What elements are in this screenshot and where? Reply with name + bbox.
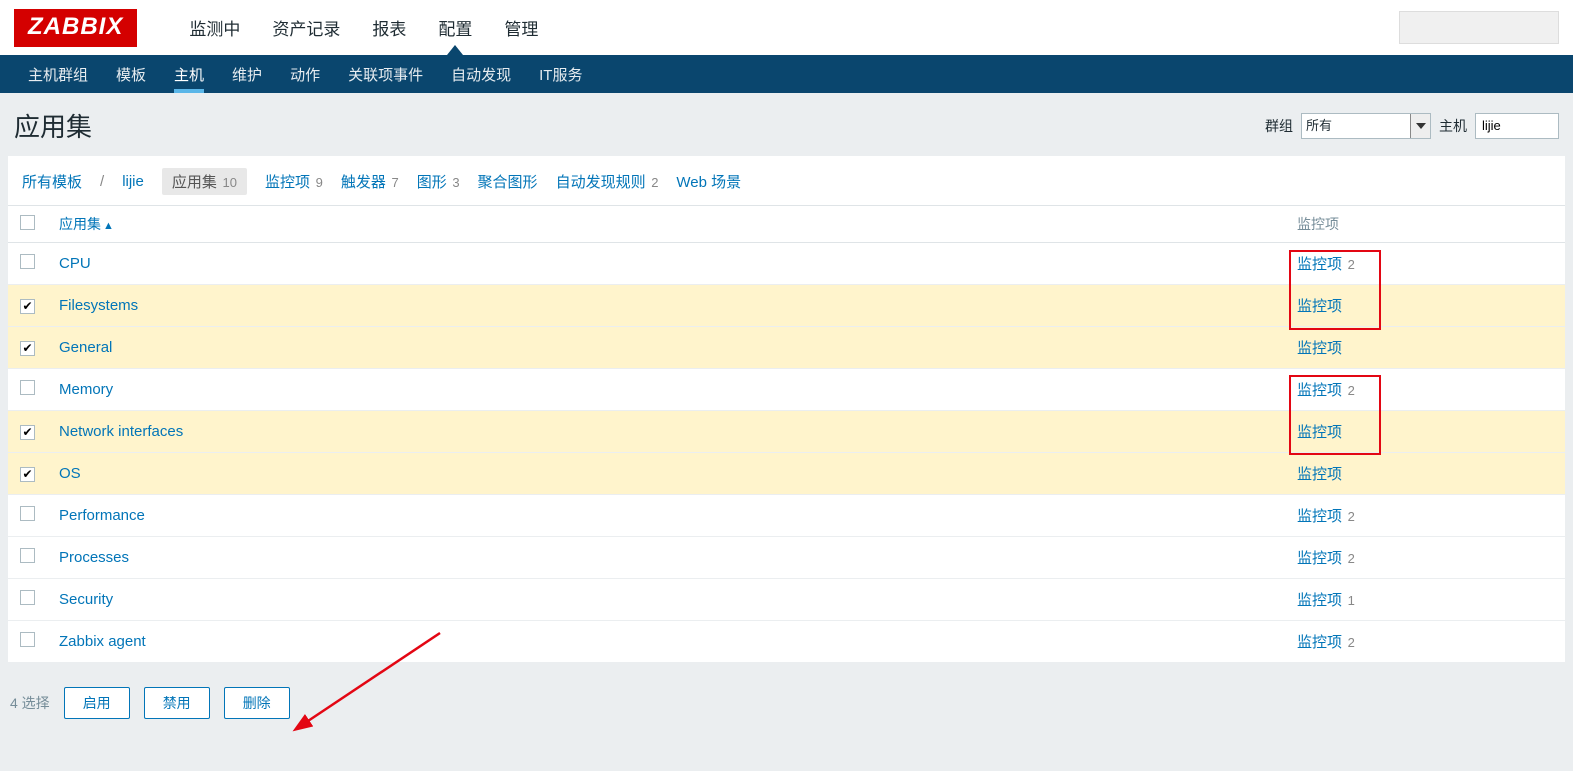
items-link[interactable]: 监控项 [1297,382,1342,399]
group-label: 群组 [1265,116,1293,136]
tab-count: 10 [219,175,237,190]
topnav-item-1[interactable]: 资产记录 [256,0,356,55]
delete-button[interactable]: 删除 [224,687,290,719]
subnav-item-6[interactable]: 自动发现 [437,55,525,93]
subnav-item-4[interactable]: 动作 [276,55,334,93]
search-input[interactable] [1399,11,1559,44]
sort-asc-icon: ▲ [103,220,114,232]
content-panel: 所有模板 / lijie 应用集 10 监控项 9 触发器 7 图形 3 聚合图形自动发现规则… [8,156,1565,663]
topnav-item-0[interactable]: 监测中 [173,0,256,55]
subnav-item-1[interactable]: 模板 [102,55,160,93]
items-link[interactable]: 监控项 [1297,466,1342,483]
tab-row: 所有模板 / lijie 应用集 10 监控项 9 触发器 7 图形 3 聚合图形自动发现规则… [8,156,1565,205]
application-name-link[interactable]: General [59,339,112,356]
page-title: 应用集 [14,107,92,144]
items-link[interactable]: 监控项 [1297,634,1342,651]
tab-count: 9 [312,175,323,190]
table-row: Security 监控项 1 [8,579,1565,621]
table-row: Filesystems 监控项 [8,285,1565,327]
host-input[interactable] [1475,113,1559,139]
table-footer: 4 选择 启用 禁用 删除 [0,669,1573,733]
table-row: Network interfaces 监控项 [8,411,1565,453]
topnav-item-4[interactable]: 管理 [488,0,554,55]
row-checkbox[interactable] [20,467,35,482]
application-name-link[interactable]: Performance [59,507,145,524]
row-checkbox[interactable] [20,632,35,647]
application-name-link[interactable]: Processes [59,549,129,566]
application-name-link[interactable]: CPU [59,255,91,272]
tab-0[interactable]: 应用集 10 [162,168,247,195]
row-checkbox[interactable] [20,299,35,314]
logo: ZABBIX [14,9,137,47]
items-count: 2 [1344,551,1355,566]
tab-count: 3 [449,175,460,190]
row-checkbox[interactable] [20,506,35,521]
items-link[interactable]: 监控项 [1297,508,1342,525]
application-name-link[interactable]: Memory [59,381,113,398]
group-select[interactable]: 所有 [1301,113,1431,139]
chevron-down-icon [1410,114,1430,138]
items-count: 2 [1344,509,1355,524]
subnav-item-5[interactable]: 关联项事件 [334,55,437,93]
items-count: 1 [1344,593,1355,608]
disable-button[interactable]: 禁用 [144,687,210,719]
tab-1[interactable]: 监控项 9 [265,171,323,192]
table-row: Processes 监控项 2 [8,537,1565,579]
subnav-item-2[interactable]: 主机 [160,55,218,93]
items-count: 2 [1344,383,1355,398]
subnav-item-0[interactable]: 主机群组 [14,55,102,93]
items-count: 2 [1344,257,1355,272]
table-row: General 监控项 [8,327,1565,369]
select-all-checkbox[interactable] [20,215,35,230]
row-checkbox[interactable] [20,341,35,356]
application-name-link[interactable]: Security [59,591,113,608]
items-link[interactable]: 监控项 [1297,592,1342,609]
applications-table: 应用集▲ 监控项 CPU 监控项 2 Filesystems 监控项 General 监控… [8,205,1565,663]
tab-count: 7 [388,175,399,190]
application-name-link[interactable]: Network interfaces [59,423,183,440]
application-name-link[interactable]: Zabbix agent [59,633,146,650]
application-name-link[interactable]: Filesystems [59,297,138,314]
group-select-value: 所有 [1306,118,1332,133]
table-row: OS 监控项 [8,453,1565,495]
row-checkbox[interactable] [20,254,35,269]
tab-5[interactable]: 自动发现规则 2 [556,171,659,192]
topnav-item-3[interactable]: 配置 [422,0,488,55]
items-count: 2 [1344,635,1355,650]
subnav-item-3[interactable]: 维护 [218,55,276,93]
items-link[interactable]: 监控项 [1297,298,1342,315]
column-header-items: 监控项 [1285,206,1565,243]
subnav-item-7[interactable]: IT服务 [525,55,596,93]
row-checkbox[interactable] [20,590,35,605]
column-header-name[interactable]: 应用集▲ [47,206,1285,243]
table-row: Memory 监控项 2 [8,369,1565,411]
application-name-link[interactable]: OS [59,465,81,482]
row-checkbox[interactable] [20,380,35,395]
tab-2[interactable]: 触发器 7 [341,171,399,192]
top-nav: ZABBIX 监测中资产记录报表配置管理 [0,0,1573,55]
topnav-item-2[interactable]: 报表 [356,0,422,55]
items-link[interactable]: 监控项 [1297,550,1342,567]
tab-6[interactable]: Web 场景 [676,171,741,192]
breadcrumb-0[interactable]: 所有模板 [22,171,82,192]
items-link[interactable]: 监控项 [1297,340,1342,357]
row-checkbox[interactable] [20,548,35,563]
breadcrumb-1[interactable]: lijie [122,173,144,190]
items-link[interactable]: 监控项 [1297,424,1342,441]
host-label: 主机 [1439,116,1467,136]
enable-button[interactable]: 启用 [64,687,130,719]
tab-4[interactable]: 聚合图形 [478,171,538,192]
table-row: Zabbix agent 监控项 2 [8,621,1565,663]
table-row: Performance 监控项 2 [8,495,1565,537]
sub-nav: 主机群组模板主机维护动作关联项事件自动发现IT服务 [0,55,1573,93]
tab-count: 2 [648,175,659,190]
row-checkbox[interactable] [20,425,35,440]
breadcrumb-sep: / [100,173,104,190]
tab-3[interactable]: 图形 3 [417,171,460,192]
page-header: 应用集 群组 所有 主机 [0,93,1573,150]
selected-count: 4 选择 [10,693,50,713]
table-row: CPU 监控项 2 [8,243,1565,285]
items-link[interactable]: 监控项 [1297,256,1342,273]
